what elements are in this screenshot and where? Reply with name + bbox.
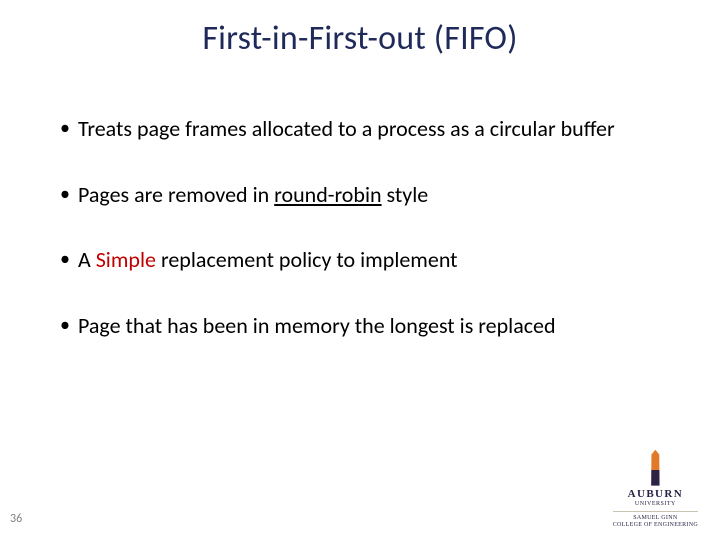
- bullet-dot-icon: •: [60, 312, 78, 338]
- bullet-item: • Pages are removed in round-robin style: [60, 181, 670, 209]
- bullet-text: Pages are removed in round-robin style: [78, 181, 670, 209]
- bullet-text: Treats page frames allocated to a proces…: [78, 115, 670, 143]
- bullet-dot-icon: •: [60, 181, 78, 207]
- university-logo: AUBURN UNIVERSITY SAMUEL GINN COLLEGE OF…: [613, 450, 698, 528]
- content-area: • Treats page frames allocated to a proc…: [60, 115, 670, 377]
- slide: First-in-First-out (FIFO) • Treats page …: [0, 0, 720, 540]
- logo-university-name: AUBURN: [613, 489, 698, 501]
- bullet-dot-icon: •: [60, 115, 78, 141]
- text-post: style: [382, 181, 429, 208]
- bullet-text: Page that has been in memory the longest…: [78, 312, 670, 340]
- underlined-text: round-robin: [274, 181, 381, 208]
- logo-college-line2: COLLEGE OF ENGINEERING: [613, 522, 698, 528]
- logo-university-sub: UNIVERSITY: [613, 501, 698, 507]
- text-post: replacement policy to implement: [156, 246, 458, 273]
- bullet-dot-icon: •: [60, 246, 78, 272]
- tower-icon: [648, 450, 662, 486]
- logo-divider: [613, 511, 698, 512]
- bullet-item: • Treats page frames allocated to a proc…: [60, 115, 670, 143]
- page-number: 36: [10, 512, 22, 526]
- text-pre: Pages are removed in: [78, 181, 274, 208]
- bullet-item: • A Simple replacement policy to impleme…: [60, 246, 670, 274]
- text-pre: A: [78, 246, 96, 273]
- bullet-text: A Simple replacement policy to implement: [78, 246, 670, 274]
- bullet-item: • Page that has been in memory the longe…: [60, 312, 670, 340]
- slide-title: First-in-First-out (FIFO): [0, 18, 720, 59]
- highlighted-text: Simple: [96, 246, 156, 273]
